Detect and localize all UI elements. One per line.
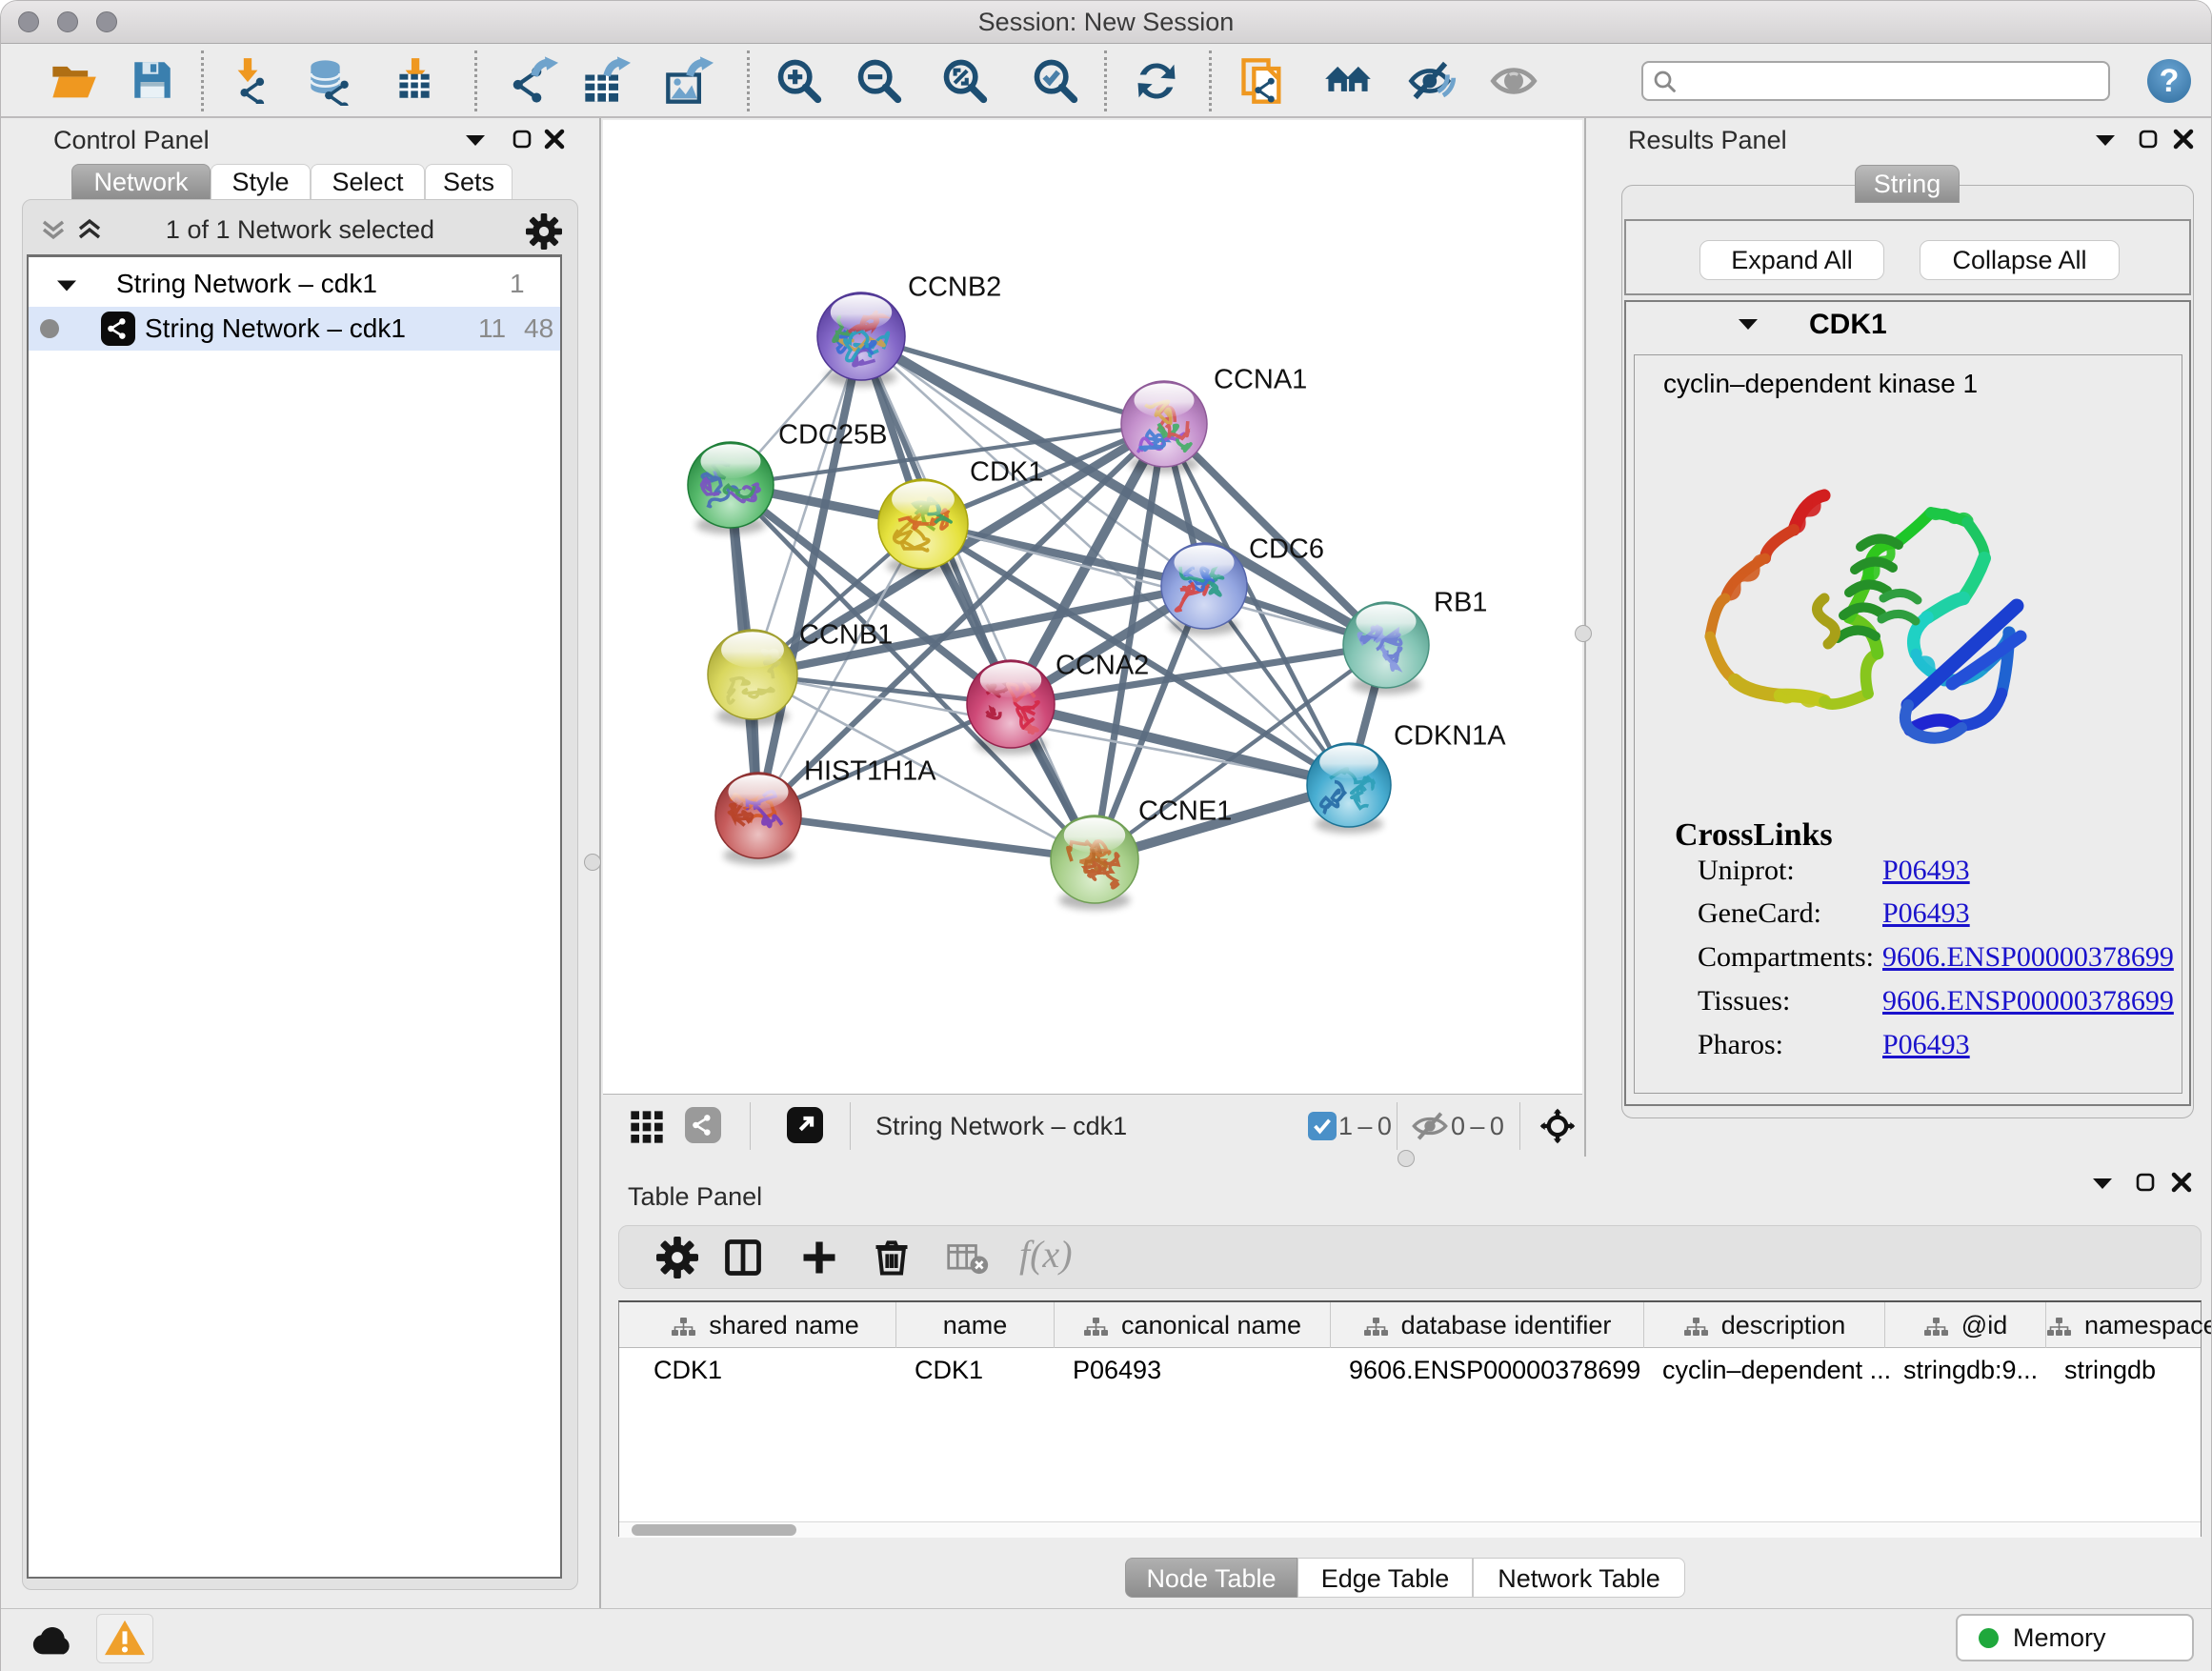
svg-text:CCNB1: CCNB1	[799, 620, 893, 651]
svg-text:CDC6: CDC6	[1249, 534, 1324, 565]
svg-text:CCNE1: CCNE1	[1138, 796, 1232, 827]
svg-text:CCNA2: CCNA2	[1056, 651, 1149, 681]
svg-text:CDK1: CDK1	[970, 457, 1043, 488]
svg-text:CDC25B: CDC25B	[778, 420, 887, 451]
svg-text:HIST1H1A: HIST1H1A	[804, 756, 936, 787]
svg-text:CDKN1A: CDKN1A	[1394, 721, 1506, 752]
svg-text:CCNB2: CCNB2	[908, 272, 1001, 303]
svg-text:CCNA1: CCNA1	[1214, 365, 1307, 395]
svg-text:RB1: RB1	[1434, 588, 1487, 618]
